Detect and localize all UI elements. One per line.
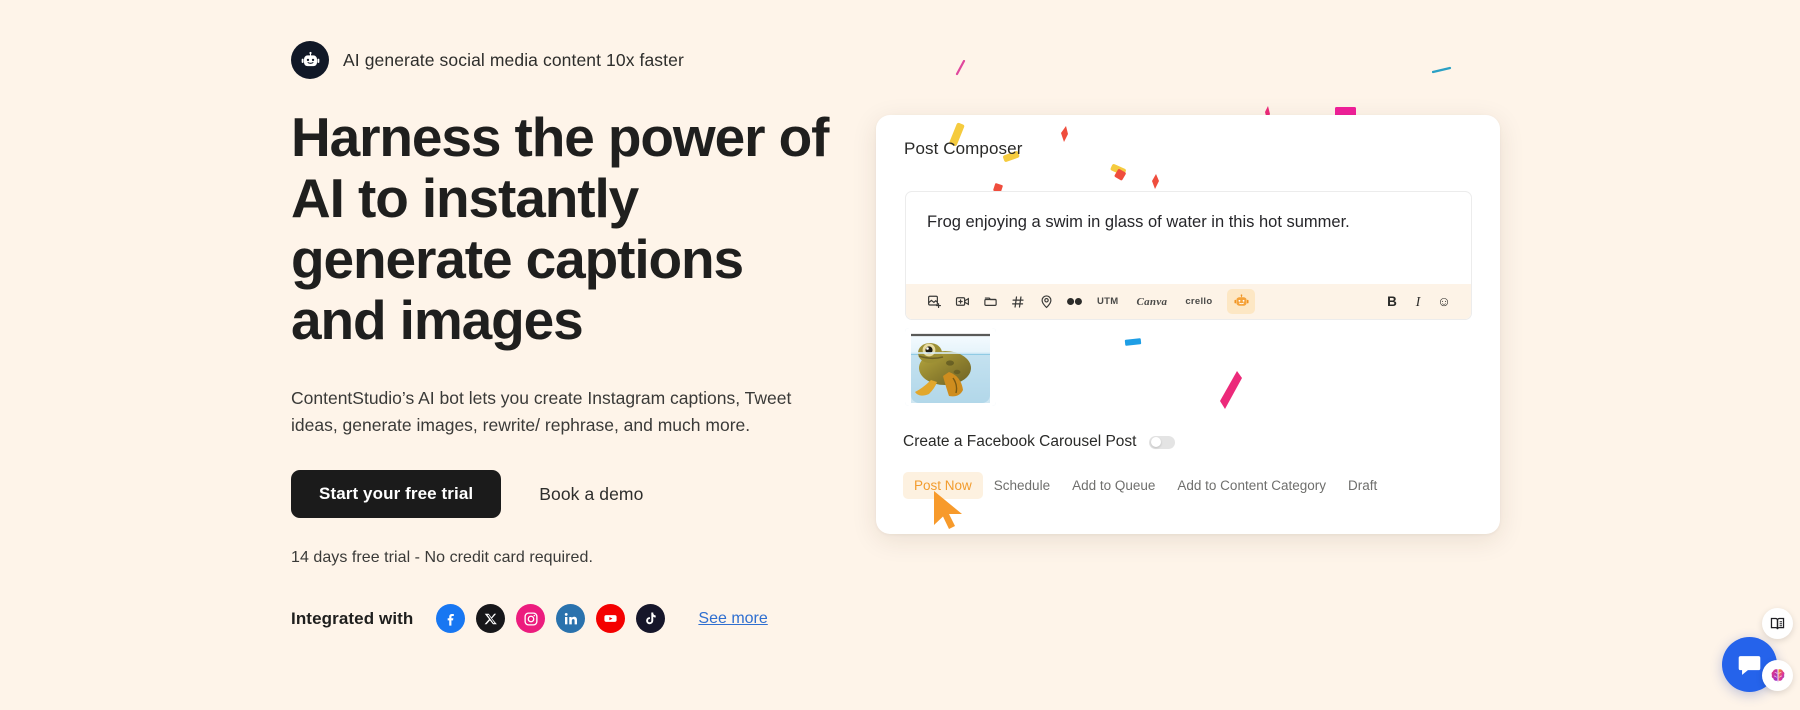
location-pin-icon[interactable] [1032,289,1060,314]
tab-add-to-content-category[interactable]: Add to Content Category [1166,472,1337,499]
italic-icon[interactable]: I [1405,289,1431,314]
linkedin-icon[interactable] [556,604,586,634]
integrated-with-label: Integrated with [291,608,414,628]
confetti-piece [1109,162,1129,184]
integrations-row: Integrated with See more [291,604,851,634]
carousel-toggle[interactable] [1149,435,1176,449]
confetti-piece [1112,167,1130,190]
ai-assistant-button[interactable] [1227,289,1256,314]
docs-widget[interactable] [1762,608,1793,639]
composer-title: Post Composer [904,139,1023,158]
tiktok-icon[interactable] [636,604,666,634]
confetti-piece [1431,62,1452,80]
confetti-piece [1124,334,1144,352]
trial-note: 14 days free trial - No credit card requ… [291,549,593,567]
publish-tab-row: Post Now Schedule Add to Queue Add to Co… [903,472,1473,499]
robot-icon [291,41,329,79]
bold-icon[interactable]: B [1379,289,1405,314]
confetti-piece [1060,125,1070,148]
instagram-icon[interactable] [516,604,546,634]
page-title: Harness the power of AI to instantly gen… [291,106,829,352]
carousel-option-row: Create a Facebook Carousel Post [903,433,1176,451]
hashtag-icon[interactable] [1004,289,1032,314]
canva-label[interactable]: Canva [1127,296,1176,308]
smiley-icon[interactable]: ☺ [1431,289,1457,314]
youtube-icon[interactable] [596,604,626,634]
editor-toolbar: UTM Canva crello B I ☺ [906,284,1471,319]
folder-icon[interactable] [976,289,1004,314]
eyebrow: AI generate social media content 10x fas… [291,38,851,82]
frog-in-glass-thumbnail[interactable] [905,328,996,406]
editor-text-value: Frog enjoying a swim in glass of water i… [927,213,1350,231]
tab-draft[interactable]: Draft [1337,472,1388,499]
tab-add-to-queue[interactable]: Add to Queue [1061,472,1166,499]
video-plus-icon[interactable] [948,289,976,314]
crello-label[interactable]: crello [1176,296,1221,307]
cta-row: Start your free trial Book a demo [291,470,851,519]
editor-textarea[interactable]: Frog enjoying a swim in glass of water i… [906,192,1471,284]
see-more-link[interactable]: See more [698,610,767,628]
carousel-label: Create a Facebook Carousel Post [903,433,1137,450]
social-network-list [436,604,666,634]
hero-left-column: AI generate social media content 10x fas… [291,38,851,634]
tab-post-now[interactable]: Post Now [903,472,983,499]
ai-widget[interactable] [1762,660,1793,691]
hero-page: AI generate social media content 10x fas… [0,0,1800,710]
hero-subcopy: ContentStudio’s AI bot lets you create I… [291,388,792,436]
toolbar-left-group: UTM Canva crello [920,289,1256,314]
composer-editor: Frog enjoying a swim in glass of water i… [905,191,1472,320]
confetti-piece [1217,368,1245,417]
start-free-trial-button[interactable]: Start your free trial [291,470,502,519]
tab-schedule[interactable]: Schedule [983,472,1061,499]
confetti-piece [955,59,969,81]
facebook-icon[interactable] [436,604,466,634]
toolbar-right-group: B I ☺ [1379,289,1457,314]
utm-label[interactable]: UTM [1088,296,1127,307]
eyebrow-label: AI generate social media content 10x fas… [343,49,684,70]
infinity-icon[interactable] [1060,289,1088,314]
image-plus-icon[interactable] [920,289,948,314]
book-a-demo-button[interactable]: Book a demo [501,470,681,518]
x-twitter-icon[interactable] [476,604,506,634]
post-composer-card: Post Composer Frog enjoying a swim in gl… [876,115,1500,534]
